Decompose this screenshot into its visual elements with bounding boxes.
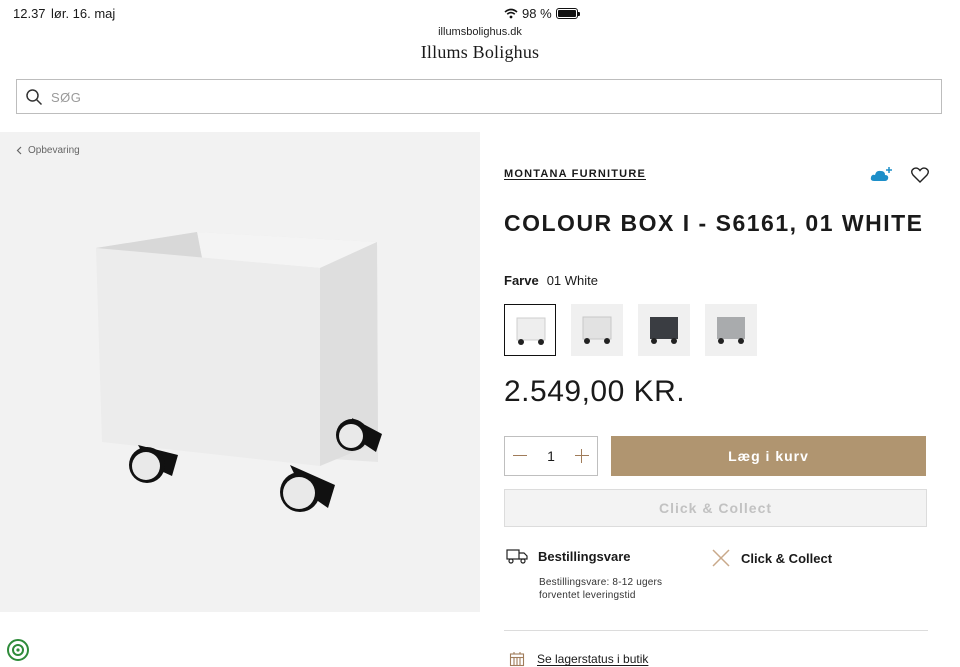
- store-icon: [509, 652, 525, 667]
- color-info: Farve 01 White: [504, 273, 598, 288]
- breadcrumb[interactable]: Opbevaring: [16, 145, 80, 156]
- click-collect-info-label: Click & Collect: [741, 550, 833, 566]
- product-brand-link[interactable]: MONTANA FURNITURE: [504, 168, 646, 180]
- color-swatches: [504, 304, 757, 356]
- quantity-stepper: 1: [504, 436, 598, 476]
- delivery-truck-icon: [506, 549, 528, 564]
- click-collect-button[interactable]: Click & Collect: [504, 489, 927, 527]
- search-placeholder: SØG: [51, 90, 82, 105]
- delivery-text-line2: forventet leveringstid: [539, 590, 636, 601]
- delivery-text-line1: Bestillingsvare: 8-12 ugers: [539, 577, 663, 588]
- divider: [504, 630, 928, 631]
- battery-percent: 98 %: [522, 6, 552, 21]
- quantity-decrease-button[interactable]: [513, 449, 527, 463]
- unavailable-x-icon: [712, 549, 730, 567]
- site-logo[interactable]: Illums Bolighus: [0, 42, 960, 63]
- delivery-title: Bestillingsvare: [538, 548, 631, 564]
- status-bar: 12.37 lør. 16. maj 98 %: [0, 0, 960, 26]
- stock-status-label: Se lagerstatus i butik: [537, 652, 649, 666]
- status-right: 98 %: [504, 6, 928, 21]
- swatch-box-icon: [717, 317, 745, 344]
- click-collect-info: Click & Collect: [711, 548, 832, 568]
- breadcrumb-label: Opbevaring: [28, 145, 80, 156]
- chevron-left-icon: [16, 146, 22, 155]
- quantity-increase-button[interactable]: [574, 449, 589, 463]
- wishlist-heart-icon[interactable]: [911, 167, 929, 183]
- delivery-text: Bestillingsvare: 8-12 ugers forventet le…: [539, 576, 662, 602]
- swatch-box-icon: [582, 316, 612, 344]
- status-time: 12.37: [13, 6, 46, 21]
- delivery-info: Bestillingsvare: [506, 548, 631, 564]
- add-to-cart-button[interactable]: Læg i kurv: [611, 436, 926, 476]
- swatch-light-grey[interactable]: [571, 304, 623, 356]
- search-input[interactable]: SØG: [16, 79, 942, 114]
- wifi-icon: [504, 8, 518, 19]
- swatch-box-icon: [516, 317, 546, 345]
- wheel-front-right: [280, 465, 335, 512]
- quantity-value[interactable]: 1: [547, 448, 555, 464]
- swatch-box-icon: [650, 317, 678, 344]
- product-image: [96, 232, 382, 512]
- cloud-add-icon[interactable]: [869, 166, 893, 184]
- eco-badge-icon[interactable]: [6, 638, 30, 662]
- product-title: COLOUR BOX I - S6161, 01 WHITE: [504, 210, 924, 236]
- stock-status-link[interactable]: Se lagerstatus i butik: [509, 651, 648, 667]
- product-price: 2.549,00 KR.: [504, 375, 686, 408]
- color-value: 01 White: [546, 273, 599, 288]
- swatch-grey[interactable]: [705, 304, 757, 356]
- search-icon: [26, 89, 43, 106]
- color-label: Farve: [504, 273, 539, 288]
- status-date: lør. 16. maj: [51, 6, 116, 21]
- swatch-anthracite[interactable]: [638, 304, 690, 356]
- battery-icon: [555, 8, 580, 19]
- swatch-01-white[interactable]: [504, 304, 556, 356]
- wheel-front-left: [129, 445, 178, 483]
- address-bar-url[interactable]: illumsbolighus.dk: [0, 26, 960, 38]
